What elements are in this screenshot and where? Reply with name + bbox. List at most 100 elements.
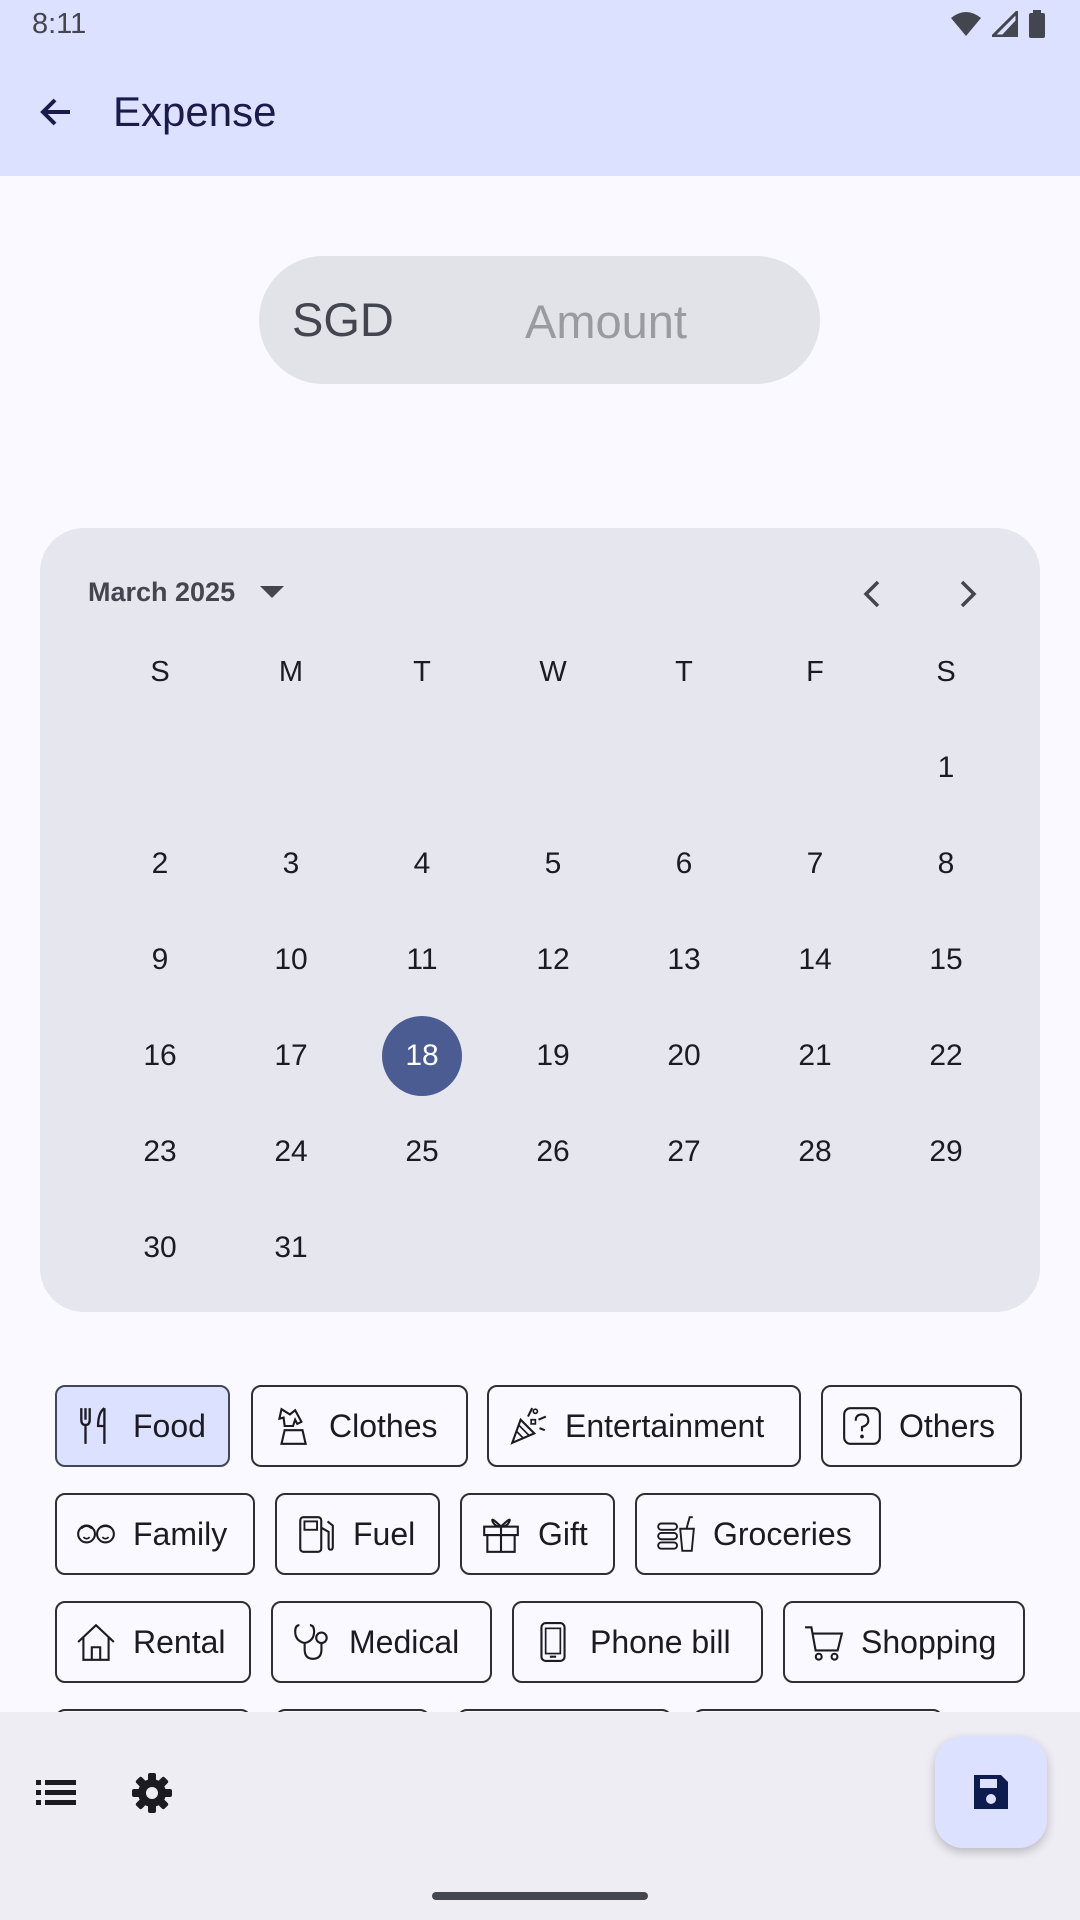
calendar-day[interactable]: 22 [906, 1016, 986, 1096]
category-label: Entertainment [565, 1407, 765, 1444]
calendar-day[interactable]: 12 [513, 920, 593, 1000]
calendar-day[interactable]: 9 [120, 920, 200, 1000]
weekday-header: S [936, 655, 956, 688]
category-label: Groceries [713, 1515, 852, 1552]
gesture-handle[interactable] [432, 1892, 648, 1900]
calendar-day[interactable]: 20 [644, 1016, 724, 1096]
category-label: Clothes [329, 1407, 438, 1444]
top-app-bar: Expense [0, 48, 1080, 176]
calendar-day[interactable]: 1 [906, 728, 986, 808]
weekday-header: M [278, 655, 304, 688]
dropdown-arrow-icon [260, 586, 285, 598]
category-label: Family [133, 1515, 228, 1552]
chevron-left-icon [863, 580, 880, 608]
category-chip-others[interactable]: Others [821, 1385, 1022, 1467]
calendar-day[interactable]: 31 [251, 1208, 331, 1288]
clothes-icon [278, 1407, 307, 1445]
groceries-icon [657, 1516, 695, 1552]
calendar-day[interactable]: 3 [251, 824, 331, 904]
list-button[interactable] [24, 1761, 88, 1825]
gear-icon [132, 1773, 172, 1813]
category-chip-entertainment[interactable]: Entertainment [487, 1385, 801, 1467]
gift-icon [483, 1518, 519, 1553]
calendar-day[interactable]: 30 [120, 1208, 200, 1288]
calendar-day[interactable]: 25 [382, 1112, 462, 1192]
weekday-header: S [150, 655, 170, 688]
weekday-header: T [675, 655, 693, 688]
status-icons [950, 10, 1046, 38]
question-icon [843, 1407, 881, 1445]
calendar-day[interactable]: 10 [251, 920, 331, 1000]
category-label: Food [133, 1407, 206, 1444]
calendar-day[interactable]: 6 [644, 824, 724, 904]
category-label: Phone bill [590, 1623, 731, 1660]
party-popper-icon [510, 1407, 547, 1445]
category-label: Fuel [353, 1515, 416, 1552]
calendar-day[interactable]: 14 [775, 920, 855, 1000]
calendar-day[interactable]: 16 [120, 1016, 200, 1096]
fork-knife-icon [80, 1407, 106, 1444]
calendar-day[interactable]: 4 [382, 824, 462, 904]
calendar-day[interactable]: 19 [513, 1016, 593, 1096]
weekday-header: F [806, 655, 824, 688]
signal-icon [992, 11, 1018, 37]
month-label: March 2025 [88, 576, 236, 607]
wifi-icon [951, 12, 981, 36]
category-label: Gift [538, 1515, 588, 1552]
category-chip-fuel[interactable]: Fuel [275, 1493, 440, 1575]
category-chip-food[interactable]: Food [55, 1385, 230, 1467]
stethoscope-icon [294, 1624, 328, 1660]
category-label: Shopping [861, 1623, 997, 1660]
house-icon [77, 1623, 115, 1661]
calendar-day[interactable]: 11 [382, 920, 462, 1000]
calendar-day[interactable]: 13 [644, 920, 724, 1000]
list-icon [36, 1780, 76, 1805]
category-chip-family[interactable]: Family [55, 1493, 255, 1575]
category-chip-clothes[interactable]: Clothes [251, 1385, 468, 1467]
calendar-day[interactable]: 7 [775, 824, 855, 904]
status-bar: 8:11 [0, 0, 1080, 48]
fuel-pump-icon [299, 1516, 334, 1553]
save-button[interactable] [935, 1736, 1047, 1848]
calendar-day[interactable]: 2 [120, 824, 200, 904]
currency-label[interactable]: SGD [292, 292, 394, 347]
next-month-button[interactable] [940, 566, 996, 622]
amount-field[interactable]: SGD [259, 256, 820, 384]
phone-icon [540, 1622, 566, 1662]
calendar-day[interactable]: 5 [513, 824, 593, 904]
calendar-day[interactable]: 8 [906, 824, 986, 904]
calendar-day[interactable]: 21 [775, 1016, 855, 1096]
calendar: March 2025 S M T W T F S 1 2 3 4 5 6 7 8 9 10 11 12 13 14 15 1… [40, 528, 1040, 1312]
page-title: Expense [113, 88, 277, 135]
weekday-header: W [539, 655, 567, 688]
category-chip-shopping[interactable]: Shopping [783, 1601, 1025, 1683]
chevron-right-icon [960, 580, 977, 608]
back-button[interactable] [28, 84, 84, 140]
category-label: Medical [349, 1623, 460, 1660]
calendar-day[interactable]: 29 [906, 1112, 986, 1192]
month-selector[interactable]: March 2025 [88, 566, 285, 618]
calendar-day[interactable]: 23 [120, 1112, 200, 1192]
battery-icon [1029, 10, 1045, 38]
calendar-day[interactable]: 15 [906, 920, 986, 1000]
category-chip-phone-bill[interactable]: Phone bill [512, 1601, 763, 1683]
status-time: 8:11 [32, 8, 87, 40]
bottom-app-bar [0, 1712, 1080, 1920]
weekday-header: T [413, 655, 431, 688]
previous-month-button[interactable] [844, 566, 900, 622]
category-chip-groceries[interactable]: Groceries [635, 1493, 881, 1575]
category-chips: Food Clothes Entertainment Others Family Fuel… [55, 1385, 1035, 1712]
calendar-day[interactable]: 28 [775, 1112, 855, 1192]
category-chip-medical[interactable]: Medical [271, 1601, 492, 1683]
category-chip-rental[interactable]: Rental [55, 1601, 251, 1683]
amount-input[interactable] [439, 280, 773, 362]
arrow-back-icon [40, 98, 70, 126]
calendar-day[interactable]: 26 [513, 1112, 593, 1192]
calendar-day[interactable]: 17 [251, 1016, 331, 1096]
category-chip-gift[interactable]: Gift [460, 1493, 615, 1575]
settings-button[interactable] [120, 1761, 184, 1825]
calendar-day[interactable]: 24 [251, 1112, 331, 1192]
calendar-day[interactable]: 27 [644, 1112, 724, 1192]
calendar-day-selected[interactable]: 18 [382, 1016, 462, 1096]
category-label: Others [899, 1407, 996, 1444]
